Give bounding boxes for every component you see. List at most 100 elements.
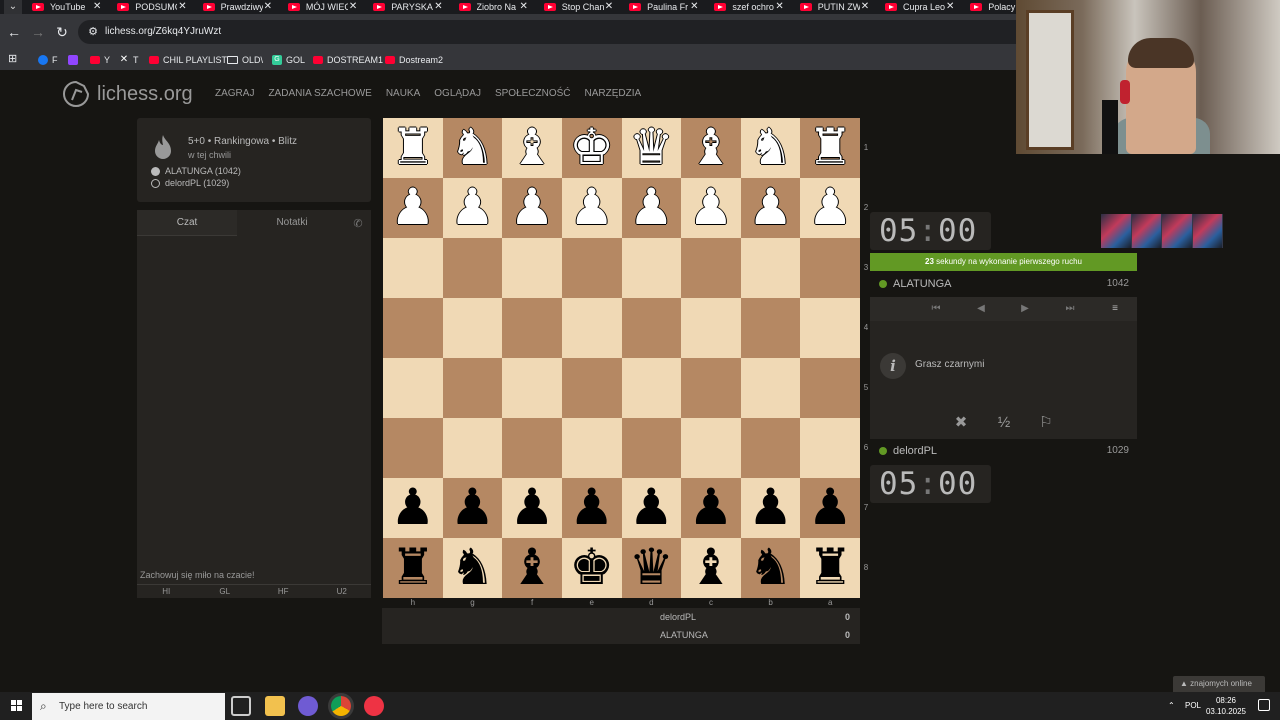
browser-tab[interactable]: szef ochro ✕ bbox=[704, 0, 789, 14]
board-square[interactable] bbox=[383, 358, 443, 418]
next-move-icon[interactable]: ▶ bbox=[1015, 297, 1035, 321]
preset-gl[interactable]: GL bbox=[195, 584, 254, 598]
nav-zagraj[interactable]: ZAGRAJ bbox=[215, 88, 254, 100]
site-info-icon[interactable]: ⚙ bbox=[86, 25, 100, 39]
board-square[interactable] bbox=[442, 238, 503, 298]
nav-ogladaj[interactable]: OGLĄDAJ bbox=[434, 88, 481, 100]
draw-offer-icon[interactable]: ½ bbox=[992, 413, 1016, 433]
taskbar-clock[interactable]: 08:26 03.10.2025 bbox=[1200, 695, 1252, 717]
board-square[interactable] bbox=[561, 298, 622, 358]
nav-nauka[interactable]: NAUKA bbox=[386, 88, 420, 100]
browser-tab[interactable]: Cupra Leo ✕ bbox=[875, 0, 960, 14]
language-indicator[interactable]: POL bbox=[1185, 692, 1201, 720]
bookmark-twitch[interactable] bbox=[68, 50, 78, 70]
white-piece-icon[interactable]: ♟ bbox=[443, 178, 503, 238]
browser-tab[interactable]: Paulina Fr ✕ bbox=[619, 0, 704, 14]
board-square[interactable] bbox=[800, 238, 860, 298]
browser-tab[interactable]: YouTube ✕ bbox=[22, 0, 107, 14]
apps-grid-icon[interactable]: ⊞ bbox=[8, 54, 19, 65]
last-move-icon[interactable]: ⏭ bbox=[1060, 297, 1080, 321]
board-square[interactable] bbox=[442, 298, 503, 358]
board-square[interactable] bbox=[681, 358, 741, 418]
own-player[interactable]: delordPL 1029 bbox=[870, 438, 1137, 464]
board-square[interactable] bbox=[740, 238, 801, 298]
preset-hi[interactable]: HI bbox=[137, 584, 196, 598]
black-piece-icon[interactable]: ♝ bbox=[681, 538, 741, 598]
black-piece-icon[interactable]: ♞ bbox=[741, 538, 801, 598]
board-square[interactable] bbox=[502, 418, 562, 478]
board-square[interactable] bbox=[740, 418, 801, 478]
chrome-icon[interactable] bbox=[331, 696, 351, 716]
browser-tab[interactable]: Stop Chan ✕ bbox=[534, 0, 619, 14]
back-icon[interactable]: ← bbox=[4, 22, 24, 42]
board-square[interactable] bbox=[681, 238, 741, 298]
tab-close-icon[interactable]: ✕ bbox=[93, 0, 103, 14]
nav-spolecznosc[interactable]: SPOŁECZNOŚĆ bbox=[495, 88, 571, 100]
white-piece-icon[interactable]: ♟ bbox=[502, 178, 562, 238]
address-bar[interactable]: ⚙ lichess.org/Z6kq4YJruWzt bbox=[78, 20, 1078, 44]
resign-flag-icon[interactable]: ⚐ bbox=[1034, 413, 1058, 433]
board-square[interactable] bbox=[383, 418, 443, 478]
tab-notes[interactable]: Notatki bbox=[237, 210, 347, 236]
chess-board[interactable]: ♜ ♞ ♝ ♚ ♛ ♝ ♞ ♜ ♟ ♟ ♟ ♟ ♟ ♟ ♟ ♟ ♟ ♟ ♟ ♟ ♟ ♟ ♟ ♟ ♜ ♞ ♝ ♚ ♛ ♝ ♞ ♜ bbox=[383, 118, 860, 598]
black-piece-icon[interactable]: ♟ bbox=[622, 478, 682, 538]
tab-close-icon[interactable]: ✕ bbox=[775, 0, 785, 14]
board-square[interactable] bbox=[681, 298, 741, 358]
friends-online-button[interactable]: ▲ znajomych online bbox=[1173, 676, 1265, 692]
bookmark-y[interactable]: Y bbox=[90, 50, 110, 70]
board-square[interactable] bbox=[800, 298, 860, 358]
black-piece-icon[interactable]: ♚ bbox=[562, 538, 622, 598]
obs-icon[interactable] bbox=[364, 696, 384, 716]
board-square[interactable] bbox=[621, 298, 682, 358]
discord-icon[interactable] bbox=[298, 696, 318, 716]
tab-close-icon[interactable]: ✕ bbox=[520, 0, 530, 14]
board-square[interactable] bbox=[383, 298, 443, 358]
black-piece-icon[interactable]: ♞ bbox=[443, 538, 503, 598]
tab-close-icon[interactable]: ✕ bbox=[264, 0, 274, 14]
meta-player-white[interactable]: ALATUNGA (1042) bbox=[151, 165, 241, 177]
white-piece-icon[interactable]: ♚ bbox=[562, 118, 622, 178]
white-piece-icon[interactable]: ♟ bbox=[562, 178, 622, 238]
board-square[interactable] bbox=[621, 238, 682, 298]
black-piece-icon[interactable]: ♟ bbox=[502, 478, 562, 538]
preset-u2[interactable]: U2 bbox=[312, 584, 371, 598]
opponent-player[interactable]: ALATUNGA 1042 bbox=[870, 271, 1137, 297]
black-piece-icon[interactable]: ♟ bbox=[443, 478, 503, 538]
phone-icon[interactable]: ✆ bbox=[351, 217, 365, 231]
white-piece-icon[interactable]: ♟ bbox=[800, 178, 860, 238]
tab-close-icon[interactable]: ✕ bbox=[605, 0, 615, 14]
tab-close-icon[interactable]: ✕ bbox=[861, 0, 871, 14]
file-explorer-icon[interactable] bbox=[265, 696, 285, 716]
board-square[interactable] bbox=[800, 418, 860, 478]
first-move-icon[interactable]: ⏮ bbox=[926, 297, 946, 321]
tab-close-icon[interactable]: ✕ bbox=[349, 0, 359, 14]
tab-close-icon[interactable]: ✕ bbox=[434, 0, 444, 14]
white-piece-icon[interactable]: ♞ bbox=[443, 118, 503, 178]
taskbar-search[interactable]: ⌕ Type here to search bbox=[32, 693, 225, 720]
white-piece-icon[interactable]: ♟ bbox=[622, 178, 682, 238]
black-piece-icon[interactable]: ♟ bbox=[383, 478, 443, 538]
reload-icon[interactable]: ↻ bbox=[52, 22, 72, 42]
white-piece-icon[interactable]: ♜ bbox=[800, 118, 860, 178]
windows-start-icon[interactable] bbox=[0, 692, 32, 720]
board-square[interactable] bbox=[800, 358, 860, 418]
bookmark-dostream2[interactable]: Dostream2 bbox=[385, 50, 443, 70]
task-view-icon[interactable] bbox=[231, 696, 251, 716]
board-square[interactable] bbox=[442, 358, 503, 418]
board-square[interactable] bbox=[740, 358, 801, 418]
notification-icon[interactable] bbox=[1258, 699, 1270, 711]
white-piece-icon[interactable]: ♝ bbox=[681, 118, 741, 178]
browser-tab[interactable]: MÓJ WIEC ✕ bbox=[278, 0, 363, 14]
lichess-logo-icon[interactable] bbox=[62, 80, 90, 108]
board-square[interactable] bbox=[621, 418, 682, 478]
browser-tab[interactable]: Prawdziwy ✕ bbox=[193, 0, 278, 14]
board-square[interactable] bbox=[502, 358, 562, 418]
white-piece-icon[interactable]: ♟ bbox=[383, 178, 443, 238]
tab-close-icon[interactable]: ✕ bbox=[690, 0, 700, 14]
white-piece-icon[interactable]: ♜ bbox=[383, 118, 443, 178]
board-square[interactable] bbox=[442, 418, 503, 478]
chat-input[interactable]: Zachowuj się miło na czacie! bbox=[137, 568, 371, 583]
black-piece-icon[interactable]: ♟ bbox=[800, 478, 860, 538]
white-piece-icon[interactable]: ♞ bbox=[741, 118, 801, 178]
board-square[interactable] bbox=[621, 358, 682, 418]
